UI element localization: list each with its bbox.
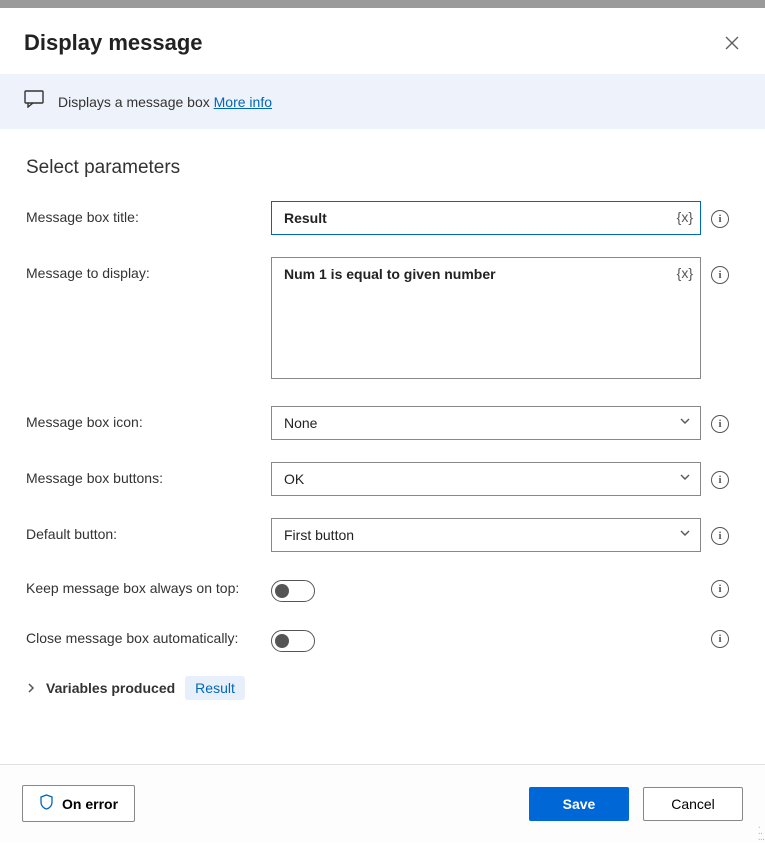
info-button-buttons[interactable]: i [711,471,729,489]
row-default: Default button: First button i [26,518,739,552]
row-autoclose: Close message box automatically: i [26,624,739,652]
info-button-autoclose[interactable]: i [711,630,729,648]
row-buttons: Message box buttons: OK i [26,462,739,496]
select-value: OK [284,471,304,487]
chevron-right-icon [26,681,36,696]
label-default: Default button: [26,518,261,542]
banner-description: Displays a message box [58,94,214,110]
section-title: Select parameters [26,157,739,179]
label-title: Message box title: [26,201,261,225]
message-box-title-input[interactable] [271,201,701,235]
resize-grip[interactable]: .. .. . . [758,822,763,840]
close-button[interactable] [723,34,741,52]
save-button[interactable]: Save [529,787,629,821]
toggle-knob [275,634,289,648]
message-box-buttons-select[interactable]: OK [271,462,701,496]
row-message: Message to display: {x} i [26,257,739,384]
message-to-display-textarea[interactable] [271,257,701,379]
select-value: First button [284,527,354,543]
cancel-button[interactable]: Cancel [643,787,743,821]
dialog-title: Display message [24,30,203,56]
close-icon [725,36,739,50]
variable-chip[interactable]: Result [185,676,245,700]
parameters-section: Select parameters Message box title: {x}… [0,129,765,670]
on-error-button[interactable]: On error [22,785,135,822]
description-banner: Displays a message box More info [0,74,765,129]
label-ontop: Keep message box always on top: [26,574,261,596]
dialog-footer: On error Save Cancel [0,764,765,842]
row-ontop: Keep message box always on top: i [26,574,739,602]
row-title: Message box title: {x} i [26,201,739,235]
row-icon: Message box icon: None i [26,406,739,440]
always-on-top-toggle[interactable] [271,580,315,602]
on-error-label: On error [62,796,118,812]
select-value: None [284,415,317,431]
more-info-link[interactable]: More info [214,94,272,110]
default-button-select[interactable]: First button [271,518,701,552]
close-automatically-toggle[interactable] [271,630,315,652]
insert-variable-button[interactable]: {x} [675,207,695,227]
label-icon: Message box icon: [26,406,261,430]
toggle-knob [275,584,289,598]
label-autoclose: Close message box automatically: [26,624,261,646]
variables-produced-label: Variables produced [46,680,175,696]
variables-produced-row[interactable]: Variables produced Result [0,670,765,720]
dialog-header: Display message [0,8,765,74]
label-message: Message to display: [26,257,261,281]
message-box-icon [24,90,44,113]
message-box-icon-select[interactable]: None [271,406,701,440]
window-top-strip [0,0,765,8]
info-button-default[interactable]: i [711,527,729,545]
insert-variable-button[interactable]: {x} [675,263,695,283]
info-button-ontop[interactable]: i [711,580,729,598]
shield-icon [39,794,54,813]
info-button-title[interactable]: i [711,210,729,228]
info-button-message[interactable]: i [711,266,729,284]
banner-text: Displays a message box More info [58,94,272,110]
label-buttons: Message box buttons: [26,462,261,486]
info-button-icon[interactable]: i [711,415,729,433]
